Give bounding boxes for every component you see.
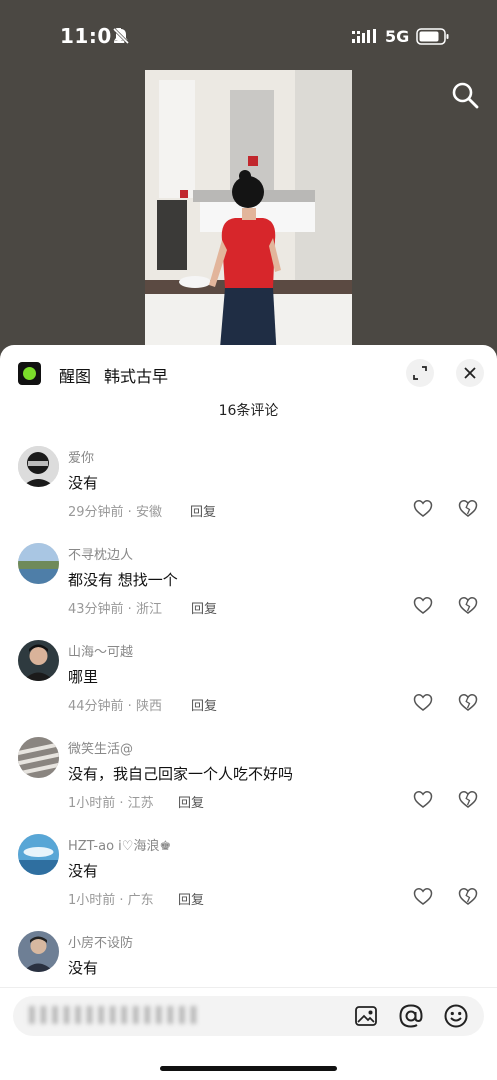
video-thumbnail[interactable]: [145, 70, 352, 360]
kitchen-scene-illustration: [145, 70, 352, 360]
reply-button[interactable]: 回复: [191, 695, 217, 714]
close-icon: [464, 367, 476, 379]
avatar-image: [18, 834, 59, 875]
status-bar: 11:01 5G: [0, 0, 497, 74]
comment-username[interactable]: 小房不设防: [68, 932, 133, 951]
sheet-header: 醒图 韩式古早: [0, 345, 497, 401]
comment-text: 没有，我自己回家一个人吃不好吗: [68, 765, 294, 783]
comment-item: 不寻枕边人 都没有 想找一个 43分钟前 · 浙江 回复: [0, 537, 497, 634]
broken-heart-icon[interactable]: [458, 790, 478, 809]
comment-username[interactable]: 微笑生活@: [68, 738, 133, 757]
expand-button[interactable]: [406, 359, 434, 387]
avatar-image: [18, 931, 59, 972]
comment-text: 哪里: [68, 668, 99, 686]
broken-heart-icon[interactable]: [458, 887, 478, 906]
comment-meta: 43分钟前 · 浙江: [68, 602, 162, 617]
app-logo[interactable]: [18, 362, 41, 385]
comment-username[interactable]: 不寻枕边人: [68, 544, 133, 563]
comment-item: HZT-ao i♡海浪♚ 没有 1小时前 · 广东 回复: [0, 828, 497, 925]
comment-sheet: 醒图 韩式古早 16条评论 爱你 没有 29分钟前 · 安徽 回复 不寻枕边人 …: [0, 345, 497, 1080]
broken-heart-icon[interactable]: [458, 499, 478, 518]
reply-button[interactable]: 回复: [178, 889, 204, 908]
comment-meta: 1小时前 · 广东: [68, 893, 154, 908]
comment-input[interactable]: ▌▌▌▌▌▌▌▌▌▌▌▌▌▌▌: [13, 996, 484, 1036]
heart-icon[interactable]: [413, 693, 433, 712]
at-icon[interactable]: [398, 1003, 424, 1029]
comment-meta: 29分钟前 · 安徽: [68, 505, 162, 520]
heart-icon[interactable]: [413, 790, 433, 809]
reply-button[interactable]: 回复: [178, 792, 204, 811]
heart-icon[interactable]: [413, 887, 433, 906]
reply-button[interactable]: 回复: [191, 598, 217, 617]
signal-icon: [352, 29, 376, 43]
avatar[interactable]: [18, 737, 59, 778]
heart-icon[interactable]: [413, 596, 433, 615]
avatar-image: [18, 543, 59, 584]
comment-item: 山海～可越 哪里 44分钟前 · 陕西 回复: [0, 634, 497, 731]
comment-text: 没有: [68, 862, 99, 880]
avatar[interactable]: [18, 834, 59, 875]
comment-text: 都没有 想找一个: [68, 571, 178, 589]
heart-icon[interactable]: [413, 499, 433, 518]
comment-count: 16条评论: [218, 403, 279, 419]
avatar-image: [18, 446, 59, 487]
expand-icon: [413, 366, 427, 380]
avatar-image: [18, 640, 59, 681]
broken-heart-icon[interactable]: [458, 693, 478, 712]
avatar[interactable]: [18, 931, 59, 972]
comment-username[interactable]: 山海～可越: [68, 641, 133, 660]
comment-meta: 44分钟前 · 陕西: [68, 699, 162, 714]
comment-input-bar: ▌▌▌▌▌▌▌▌▌▌▌▌▌▌▌: [0, 987, 497, 1080]
comment-meta: 1小时前 · 江苏: [68, 796, 154, 811]
avatar[interactable]: [18, 640, 59, 681]
emoji-icon[interactable]: [443, 1003, 469, 1029]
comment-username[interactable]: HZT-ao i♡海浪♚: [68, 835, 171, 854]
comment-item: 小房不设防 没有: [0, 925, 497, 985]
comment-item: 微笑生活@ 没有，我自己回家一个人吃不好吗 1小时前 · 江苏 回复: [0, 731, 497, 828]
comment-item: 爱你 没有 29分钟前 · 安徽 回复: [0, 440, 497, 537]
image-icon[interactable]: [354, 1004, 378, 1028]
filter-name[interactable]: 韩式古早: [104, 363, 168, 387]
avatar[interactable]: [18, 543, 59, 584]
input-placeholder: ▌▌▌▌▌▌▌▌▌▌▌▌▌▌▌: [29, 1006, 203, 1024]
close-button[interactable]: [456, 359, 484, 387]
broken-heart-icon[interactable]: [458, 596, 478, 615]
home-indicator[interactable]: [160, 1066, 337, 1071]
search-icon[interactable]: [450, 80, 480, 110]
comment-text: 没有: [68, 474, 99, 492]
network-label: 5G: [385, 27, 410, 46]
comment-username[interactable]: 爱你: [68, 447, 94, 466]
avatar-image: [18, 737, 59, 778]
comment-text: 没有: [68, 959, 99, 977]
bell-mute-icon: [112, 27, 130, 45]
reply-button[interactable]: 回复: [190, 501, 216, 520]
avatar[interactable]: [18, 446, 59, 487]
app-name[interactable]: 醒图: [59, 363, 91, 387]
battery-icon: [416, 28, 449, 45]
